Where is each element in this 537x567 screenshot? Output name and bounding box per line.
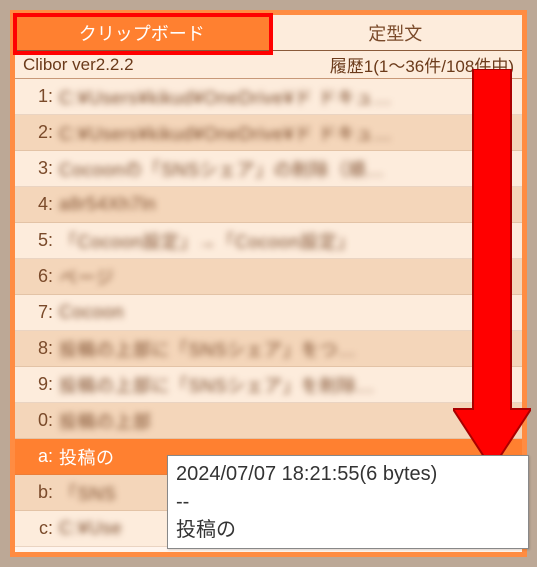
list-item[interactable]: 8: 投稿の上部に「SNSシェア」をつ… [15,331,522,367]
app-version: Clibor ver2.2.2 [23,55,134,75]
list-item[interactable]: 7: Cocoon [15,295,522,331]
item-key: b: [21,482,59,503]
list-item[interactable]: 4: a8r54Xh7ln [15,187,522,223]
item-key: a: [21,446,59,467]
item-text: Cocoonの「SNSシェア」の削除（順… [59,156,516,182]
list-item[interactable]: 5: 「Cocoon設定」→「Cocoon設定」 [15,223,522,259]
pager-status: 履歴1(1～36件/108件中) [330,52,514,77]
list-item[interactable]: 6: ページ [15,259,522,295]
item-text: a8r54Xh7ln [59,194,516,215]
item-text: 「Cocoon設定」→「Cocoon設定」 [59,228,516,254]
tooltip-timestamp: 2024/07/07 18:21:55(6 bytes) [176,460,520,488]
item-key: 1: [21,86,59,107]
tooltip-popup: 2024/07/07 18:21:55(6 bytes) -- 投稿の [167,455,529,549]
item-key: 9: [21,374,59,395]
list-item[interactable]: 0: 投稿の上部 [15,403,522,439]
item-text: 投稿の上部に「SNSシェア」を削除… [59,372,516,398]
item-key: 3: [21,158,59,179]
item-text: C:¥Users¥kikud¥OneDrive¥ド ドキュ… [59,84,516,110]
item-text: 投稿の上部に「SNSシェア」をつ… [59,336,516,362]
tooltip-preview: 投稿の [176,516,520,544]
item-text: C:¥Users¥kikud¥OneDrive¥ド ドキュ… [59,120,516,146]
item-key: 4: [21,194,59,215]
item-text: Cocoon [59,302,516,323]
item-key: 8: [21,338,59,359]
item-text: 投稿の上部 [59,408,516,434]
list-item[interactable]: 9: 投稿の上部に「SNSシェア」を削除… [15,367,522,403]
list-item[interactable]: 2: C:¥Users¥kikud¥OneDrive¥ド ドキュ… [15,115,522,151]
tooltip-divider: -- [176,488,520,516]
item-key: 0: [21,410,59,431]
item-key: 6: [21,266,59,287]
item-key: 2: [21,122,59,143]
item-text: ページ [59,264,516,290]
tab-template[interactable]: 定型文 [269,15,523,51]
tab-bar: クリップボード 定型文 [15,15,522,51]
item-key: c: [21,518,59,539]
status-bar: Clibor ver2.2.2 履歴1(1～36件/108件中) [15,51,522,79]
tab-clipboard[interactable]: クリップボード [15,15,269,51]
list-item[interactable]: 3: Cocoonの「SNSシェア」の削除（順… [15,151,522,187]
item-key: 5: [21,230,59,251]
list-item[interactable]: 1: C:¥Users¥kikud¥OneDrive¥ド ドキュ… [15,79,522,115]
item-key: 7: [21,302,59,323]
